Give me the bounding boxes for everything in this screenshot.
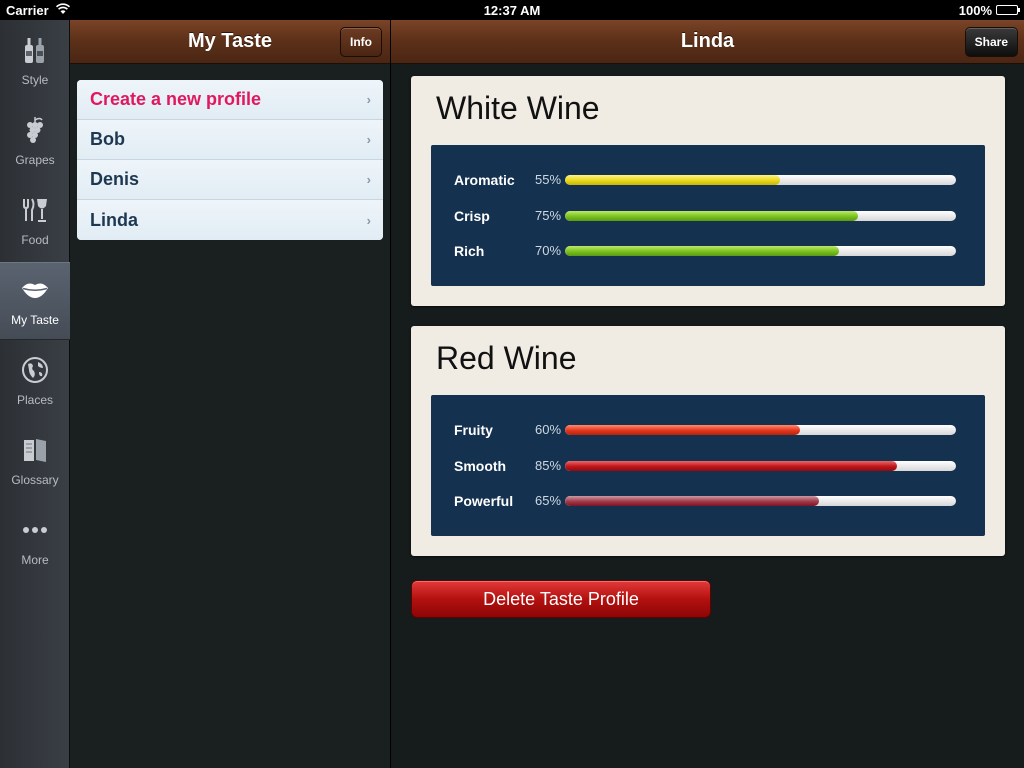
meter-fill (565, 211, 859, 221)
tab-grapes-label: Grapes (15, 153, 55, 167)
detail-navigation-bar: Linda Share (391, 20, 1024, 64)
tab-bar: Style Grapes Food My Taste Places Glossa… (0, 20, 70, 768)
section-title: Red Wine (436, 340, 577, 376)
globe-icon (20, 355, 50, 385)
attribute-row-rich: Rich 70% (431, 241, 985, 261)
profile-item-linda[interactable]: Linda › (77, 200, 383, 240)
red-wine-attributes: Fruity 60% Smooth 85% Powerful 65% (431, 395, 985, 536)
red-wine-card: Red Wine Fruity 60% Smooth 85% Powerful … (411, 326, 1005, 556)
lips-icon (20, 275, 50, 305)
attribute-label: Rich (454, 243, 485, 259)
clock: 12:37 AM (483, 2, 541, 18)
detail-title: Linda (680, 30, 735, 52)
chevron-right-icon: › (366, 132, 371, 147)
delete-profile-button[interactable]: Delete Taste Profile (411, 580, 711, 618)
taste-profile-detail: White Wine Aromatic 55% Crisp 75% Rich 7… (391, 64, 1024, 768)
tab-places[interactable]: Places (0, 342, 70, 420)
attribute-percent: 60% (535, 422, 562, 437)
attribute-label: Powerful (454, 493, 514, 509)
list-item-label: Create a new profile (90, 89, 262, 109)
attribute-percent: 65% (535, 493, 562, 508)
wifi-icon (55, 2, 71, 18)
meter-fill (565, 461, 898, 471)
attribute-percent: 55% (535, 172, 562, 187)
tab-more-label: More (21, 553, 49, 567)
attribute-row-fruity: Fruity 60% (431, 420, 985, 440)
more-dots-icon (20, 515, 50, 545)
attribute-meter (565, 246, 956, 256)
attribute-percent: 70% (535, 243, 562, 258)
chevron-right-icon: › (366, 172, 371, 187)
tab-glossary[interactable]: Glossary (0, 422, 70, 500)
tab-style-label: Style (21, 73, 49, 87)
attribute-percent: 75% (535, 208, 562, 223)
profile-item-bob[interactable]: Bob › (77, 120, 383, 160)
list-item-label: Linda (90, 209, 138, 230)
attribute-label: Fruity (454, 422, 493, 438)
book-icon (20, 435, 50, 465)
tab-grapes[interactable]: Grapes (0, 102, 70, 180)
profile-item-denis[interactable]: Denis › (77, 160, 383, 200)
meter-fill (565, 175, 781, 185)
attribute-percent: 85% (535, 458, 562, 473)
tab-style[interactable]: Style (0, 22, 70, 100)
master-title: My Taste (187, 30, 273, 52)
tab-more[interactable]: More (0, 502, 70, 580)
create-profile-item[interactable]: Create a new profile › (77, 80, 383, 120)
meter-fill (565, 496, 820, 506)
attribute-row-smooth: Smooth 85% (431, 456, 985, 476)
meter-fill (565, 425, 800, 435)
profile-list: Create a new profile › Bob › Denis › Lin… (77, 80, 383, 240)
tab-my-taste[interactable]: My Taste (0, 262, 70, 340)
attribute-row-aromatic: Aromatic 55% (431, 170, 985, 190)
profile-list-pane: Create a new profile › Bob › Denis › Lin… (70, 64, 390, 768)
list-item-label: Bob (90, 129, 125, 149)
tab-my-taste-label: My Taste (11, 313, 59, 327)
status-bar: Carrier 12:37 AM 100% (0, 0, 1024, 20)
list-item-label: Denis (90, 169, 140, 189)
grapes-icon (20, 115, 50, 145)
info-button[interactable]: Info (340, 27, 382, 57)
chevron-right-icon: › (366, 212, 371, 228)
battery-icon (996, 5, 1020, 15)
white-wine-attributes: Aromatic 55% Crisp 75% Rich 70% (431, 145, 985, 286)
attribute-row-crisp: Crisp 75% (431, 206, 985, 226)
attribute-label: Aromatic (454, 172, 515, 188)
tab-food[interactable]: Food (0, 182, 70, 260)
attribute-label: Smooth (454, 458, 507, 474)
tab-food-label: Food (21, 233, 49, 247)
attribute-meter (565, 175, 956, 185)
attribute-meter (565, 211, 956, 221)
meter-fill (565, 246, 839, 256)
share-button[interactable]: Share (964, 27, 1018, 57)
attribute-meter (565, 496, 956, 506)
carrier-label: Carrier (6, 2, 49, 18)
tab-places-label: Places (16, 393, 54, 407)
attribute-meter (565, 461, 956, 471)
master-navigation-bar: My Taste Info (70, 20, 390, 64)
battery-percent: 100% (958, 2, 992, 18)
white-wine-card: White Wine Aromatic 55% Crisp 75% Rich 7… (411, 76, 1005, 306)
section-title: White Wine (436, 90, 600, 126)
attribute-label: Crisp (454, 208, 490, 224)
chevron-right-icon: › (366, 92, 371, 107)
attribute-meter (565, 425, 956, 435)
attribute-row-powerful: Powerful 65% (431, 491, 985, 511)
bottles-icon (20, 35, 50, 65)
fork-knife-glass-icon (20, 195, 50, 225)
tab-glossary-label: Glossary (11, 473, 59, 487)
